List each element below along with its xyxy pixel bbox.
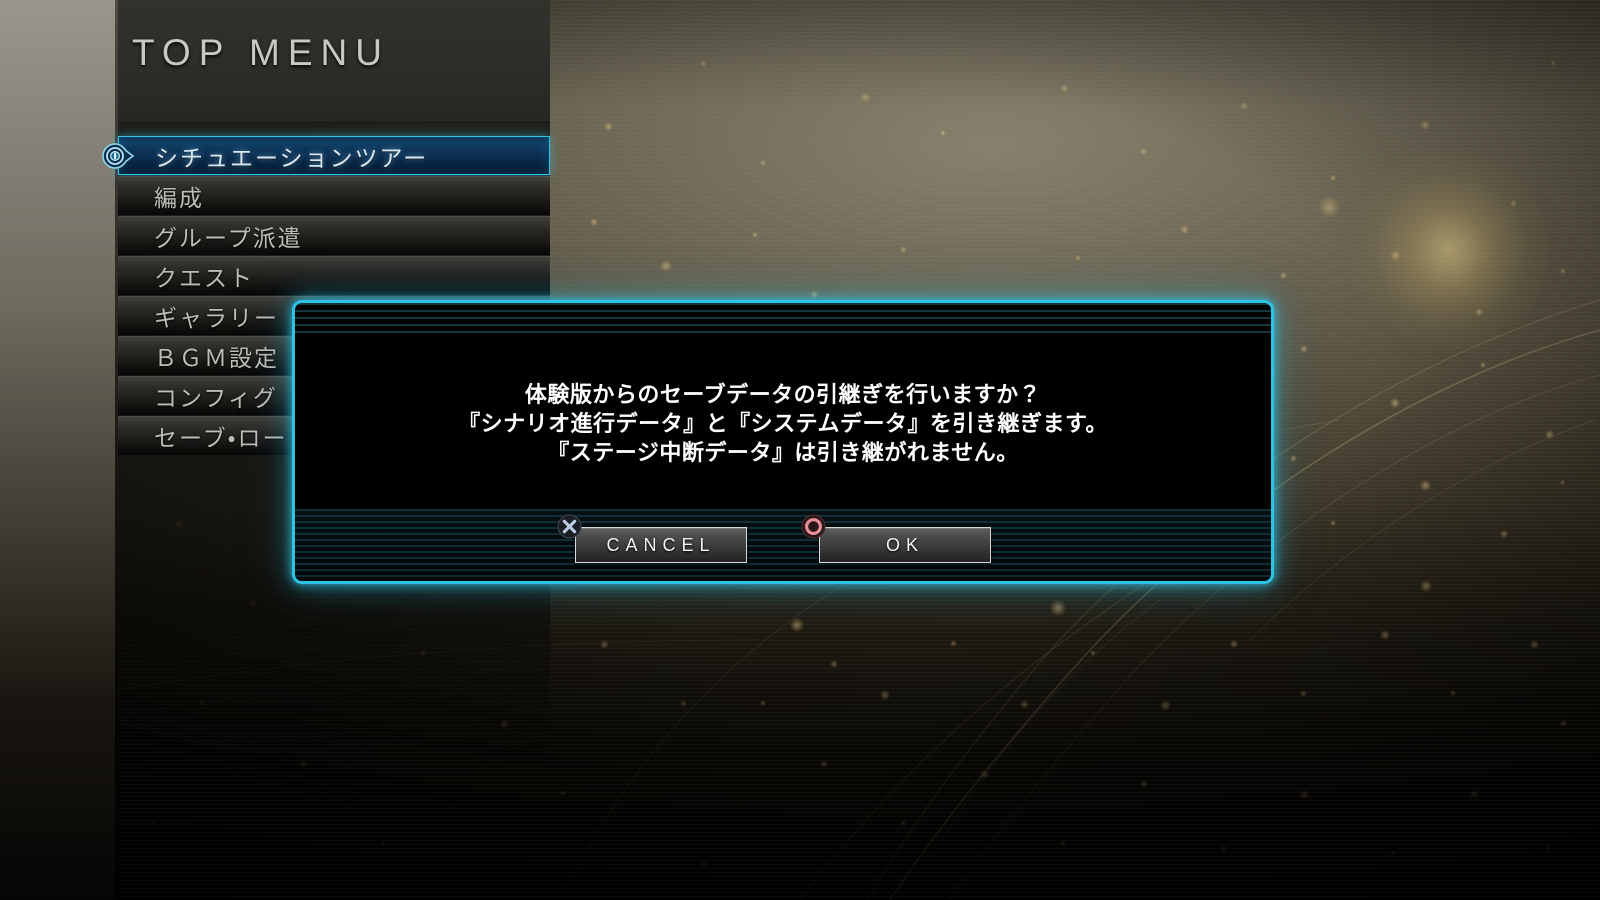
background-glow-orb <box>1350 150 1550 350</box>
playstation-circle-icon <box>801 514 826 539</box>
menu-item-quest[interactable]: クエスト <box>118 256 550 295</box>
playstation-cross-icon <box>557 514 582 539</box>
ok-button[interactable]: OK <box>819 527 991 563</box>
menu-item-group-dispatch[interactable]: グループ派遣 <box>118 216 550 255</box>
menu-item-label: セーブ・ロード <box>154 424 313 451</box>
game-screen: TOP MENU シチュエーションツアー 編成 グループ派遣 クエスト ギャラリ… <box>0 0 1600 900</box>
menu-item-formation[interactable]: 編成 <box>118 176 550 215</box>
menu-item-label: 編成 <box>154 184 204 211</box>
left-edge-strip <box>0 0 118 900</box>
menu-item-label: ギャラリー <box>154 304 279 331</box>
menu-item-label: ＢＧＭ設定 <box>154 344 279 371</box>
dialog-message: 体験版からのセーブデータの引継ぎを行いますか？ 『シナリオ進行データ』と『システ… <box>458 381 1108 465</box>
menu-item-label: グループ派遣 <box>154 224 303 251</box>
cancel-button-wrap: CANCEL <box>557 514 747 563</box>
menu-item-situation-tour[interactable]: シチュエーションツアー <box>102 136 550 175</box>
dialog-body: 体験版からのセーブデータの引継ぎを行いますか？ 『シナリオ進行データ』と『システ… <box>295 337 1271 509</box>
dialog-footer: CANCEL OK <box>295 509 1271 581</box>
eye-cursor-icon <box>102 142 135 169</box>
menu-header: TOP MENU <box>118 0 550 123</box>
menu-item-label: コンフィグ <box>154 384 278 411</box>
menu-item-label: シチュエーションツアー <box>155 144 429 171</box>
page-title: TOP MENU <box>132 32 390 73</box>
dialog-top-stripes <box>295 303 1271 337</box>
cancel-button[interactable]: CANCEL <box>575 527 747 563</box>
ok-button-wrap: OK <box>801 514 991 563</box>
menu-item-label: クエスト <box>154 264 254 291</box>
confirmation-dialog: 体験版からのセーブデータの引継ぎを行いますか？ 『シナリオ進行データ』と『システ… <box>292 300 1274 584</box>
